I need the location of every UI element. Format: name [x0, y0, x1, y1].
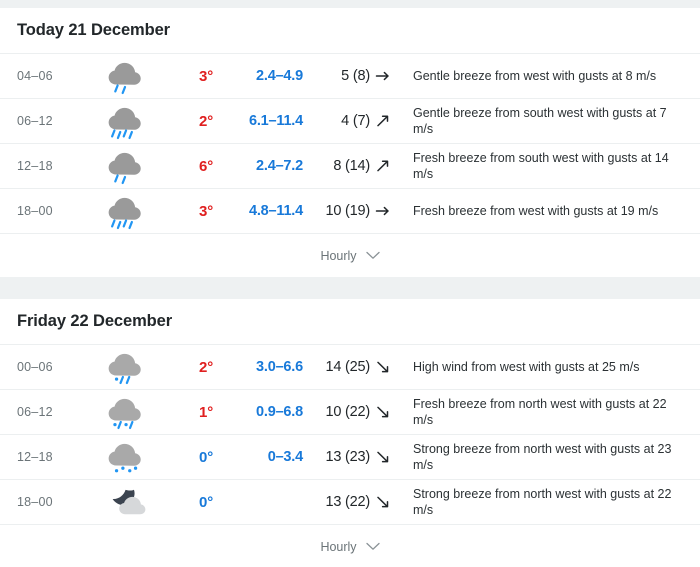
section-separator — [0, 277, 700, 299]
precipitation-range: 3.0–6.6 — [256, 359, 303, 375]
arrow-northeast-icon — [375, 158, 391, 174]
time-range-label: 18–00 — [17, 495, 53, 509]
time-range-label: 00–06 — [17, 360, 53, 374]
chevron-down-icon[interactable] — [365, 542, 380, 551]
wind-speed-text: 10 (19) — [325, 203, 370, 219]
table-row[interactable]: 06–12 2° 6.1–11.4 4 (7) Gentle breeze from s… — [0, 98, 700, 143]
precipitation-range: 2.4–4.9 — [256, 68, 303, 84]
hourly-toggle-button[interactable]: Hourly — [0, 524, 700, 567]
moon-cloud-icon — [83, 483, 167, 521]
wind-speed-text: 4 (7) — [341, 113, 370, 129]
table-row[interactable]: 18–00 3° 4.8–11.4 10 (19) Fresh breeze from … — [0, 188, 700, 233]
temperature-value: 2° — [199, 358, 213, 376]
table-row[interactable]: 04–06 3° 2.4–4.9 5 (8) Gentle breeze from we… — [0, 53, 700, 98]
forecast-row-list: 04–06 3° 2.4–4.9 5 (8) Gentle breeze from we… — [0, 53, 700, 233]
wind-speed-value: 4 (7) — [307, 113, 401, 129]
forecast-day-card: Today 21 December 04–06 3° 2.4–4.9 5 (8) Gent… — [0, 8, 700, 277]
arrow-east-icon — [375, 203, 391, 219]
wind-description: Strong breeze from north west with gusts… — [413, 442, 672, 472]
table-row[interactable]: 12–18 0° 0–3.4 13 (23) Strong breeze from no… — [0, 434, 700, 479]
snow-cloud-icon — [83, 438, 167, 476]
table-row[interactable]: 18–00 0° 13 (22) Strong breeze from north w… — [0, 479, 700, 524]
sleet-cloud-icon — [83, 348, 167, 386]
arrow-southeast-icon — [375, 449, 391, 465]
wind-description: Fresh breeze from west with gusts at 19 … — [413, 204, 659, 218]
rain-cloud-icon — [83, 57, 167, 95]
precipitation-range: 0.9–6.8 — [256, 404, 303, 420]
precipitation-range: 0–3.4 — [267, 449, 303, 465]
hourly-toggle-button[interactable]: Hourly — [0, 233, 700, 277]
wind-speed-value: 10 (19) — [307, 203, 401, 219]
temperature-value: 6° — [199, 157, 213, 175]
arrow-southeast-icon — [375, 494, 391, 510]
time-range-label: 06–12 — [17, 405, 53, 419]
wind-speed-text: 8 (14) — [333, 158, 370, 174]
table-row[interactable]: 06–12 1° 0.9–6.8 10 (22) Fresh breeze from n… — [0, 389, 700, 434]
time-range-label: 04–06 — [17, 69, 53, 83]
time-range-label: 12–18 — [17, 450, 53, 464]
chevron-down-icon[interactable] — [365, 251, 380, 260]
table-row[interactable]: 12–18 6° 2.4–7.2 8 (14) Fresh breeze from so… — [0, 143, 700, 188]
heavy-rain-cloud-icon — [83, 192, 167, 230]
wind-speed-value: 5 (8) — [307, 68, 401, 84]
wind-description: Strong breeze from north west with gusts… — [413, 487, 672, 517]
wind-description: Fresh breeze from north west with gusts … — [413, 397, 667, 427]
temperature-value: 0° — [199, 493, 213, 511]
precipitation-range: 4.8–11.4 — [248, 203, 303, 219]
table-row[interactable]: 00–06 2° 3.0–6.6 14 (25) High wind from west… — [0, 344, 700, 389]
wind-speed-value: 10 (22) — [307, 404, 401, 420]
temperature-value: 1° — [199, 403, 213, 421]
wind-speed-value: 8 (14) — [307, 158, 401, 174]
hourly-toggle-label: Hourly — [320, 539, 357, 554]
wind-speed-value: 14 (25) — [307, 359, 401, 375]
time-range-label: 06–12 — [17, 114, 53, 128]
time-range-label: 18–00 — [17, 204, 53, 218]
arrow-east-icon — [375, 68, 391, 84]
weather-forecast-page: Today 21 December 04–06 3° 2.4–4.9 5 (8) Gent… — [0, 0, 700, 567]
wind-speed-text: 10 (22) — [325, 404, 370, 420]
wind-description: Gentle breeze from south west with gusts… — [413, 106, 667, 136]
wind-description: Gentle breeze from west with gusts at 8 … — [413, 69, 657, 83]
hourly-toggle-label: Hourly — [320, 248, 357, 263]
heavy-rain-cloud-icon — [83, 102, 167, 140]
temperature-value: 2° — [199, 112, 213, 130]
wind-description: High wind from west with gusts at 25 m/s — [413, 360, 640, 374]
temperature-value: 0° — [199, 448, 213, 466]
wind-speed-text: 13 (23) — [325, 449, 370, 465]
forecast-row-list: 00–06 2° 3.0–6.6 14 (25) High wind from west… — [0, 344, 700, 524]
wind-description: Fresh breeze from south west with gusts … — [413, 151, 669, 181]
page-top-spacer — [0, 0, 700, 8]
page-title: Today 21 December — [17, 21, 170, 39]
wind-speed-value: 13 (22) — [307, 494, 401, 510]
wind-speed-text: 5 (8) — [341, 68, 370, 84]
temperature-value: 3° — [199, 67, 213, 85]
arrow-northeast-icon — [375, 113, 391, 129]
arrow-southeast-icon — [375, 359, 391, 375]
forecast-day-card: Friday 22 December 00–06 2° 3.0–6.6 14 (25) H… — [0, 299, 700, 567]
heavy-sleet-cloud-icon — [83, 393, 167, 431]
wind-speed-text: 13 (22) — [325, 494, 370, 510]
wind-speed-value: 13 (23) — [307, 449, 401, 465]
rain-cloud-icon — [83, 147, 167, 185]
wind-speed-text: 14 (25) — [325, 359, 370, 375]
precipitation-range: 6.1–11.4 — [248, 113, 303, 129]
arrow-southeast-icon — [375, 404, 391, 420]
temperature-value: 3° — [199, 202, 213, 220]
page-title: Friday 22 December — [17, 312, 173, 330]
precipitation-range: 2.4–7.2 — [256, 158, 303, 174]
time-range-label: 12–18 — [17, 159, 53, 173]
